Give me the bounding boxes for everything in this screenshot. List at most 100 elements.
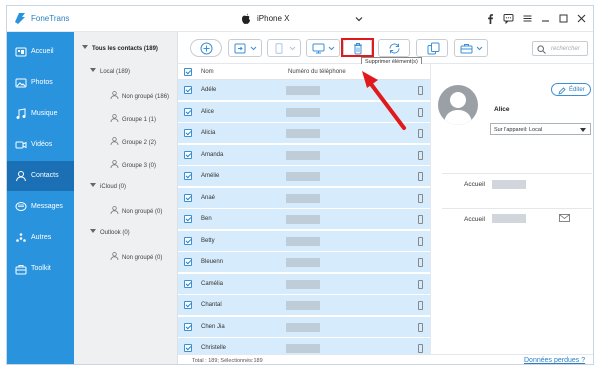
field-home-email-label: Accueil xyxy=(464,216,485,223)
phone-icon xyxy=(418,236,423,246)
row-checkbox[interactable] xyxy=(184,129,192,137)
add-contact-button[interactable] xyxy=(190,39,222,57)
contact-name-cell: Betty xyxy=(201,237,215,244)
sidebar-item-label: Autres xyxy=(31,234,52,241)
sidebar-item-toolkit[interactable]: Toolkit xyxy=(7,254,74,284)
lost-data-link[interactable]: Données perdues ? xyxy=(524,357,585,364)
row-checkbox[interactable] xyxy=(184,193,192,202)
sidebar-item-photos[interactable]: Photos xyxy=(7,68,74,98)
others-icon xyxy=(16,233,26,242)
selection-summary: Total : 189; Sélectionnés:189 xyxy=(192,358,263,364)
search-input[interactable]: rechercher xyxy=(532,41,588,56)
tree-icloud[interactable]: iCloud (0) xyxy=(90,183,126,190)
edit-button[interactable]: Éditer xyxy=(551,83,591,96)
caret-down-icon xyxy=(82,45,88,49)
table-row[interactable]: Alice xyxy=(178,101,430,123)
tree-outlook-ungrouped[interactable]: Non groupé (0) xyxy=(110,252,162,261)
storage-location-select[interactable]: Sur l'appareil: Local xyxy=(490,123,591,135)
sidebar-item-accueil[interactable]: Accueil xyxy=(7,37,74,67)
tree-outlook[interactable]: Outlook (0) xyxy=(90,229,130,236)
row-checkbox[interactable] xyxy=(184,279,192,288)
row-checkbox[interactable] xyxy=(184,258,192,266)
device-name: iPhone X xyxy=(257,14,290,23)
tree-label: Non groupé (0) xyxy=(122,209,163,215)
import-button[interactable] xyxy=(228,39,262,57)
email-icon[interactable] xyxy=(559,214,570,222)
contact-name-cell: Amélie xyxy=(201,173,220,179)
facebook-icon[interactable] xyxy=(485,13,496,24)
column-phone-header[interactable]: Numéro du téléphone xyxy=(288,69,346,75)
row-checkbox[interactable] xyxy=(184,150,192,159)
row-checkbox[interactable] xyxy=(184,236,192,245)
row-checkbox[interactable] xyxy=(184,172,192,180)
phone-icon xyxy=(418,344,423,353)
row-checkbox[interactable] xyxy=(184,107,192,116)
table-row[interactable]: Adéle xyxy=(178,80,430,101)
maximize-icon[interactable] xyxy=(558,13,569,24)
tree-local[interactable]: Local (189) xyxy=(90,68,130,75)
refresh-button[interactable] xyxy=(378,39,410,57)
feedback-icon[interactable] xyxy=(503,13,514,24)
export-to-device-button[interactable] xyxy=(267,39,301,57)
sidebar-item-messages[interactable]: Messages xyxy=(7,192,74,222)
tree-label: Groupe 2 (2) xyxy=(122,140,157,146)
table-row[interactable]: Camélia xyxy=(178,273,430,295)
row-checkbox[interactable] xyxy=(184,215,192,223)
table-row[interactable]: Anaé xyxy=(178,187,430,209)
tree-icloud-ungrouped[interactable]: Non groupé (0) xyxy=(110,206,162,215)
table-row[interactable]: Amélie xyxy=(178,166,430,187)
table-row[interactable]: Betty xyxy=(178,230,430,252)
phone-icon xyxy=(418,193,423,203)
avatar xyxy=(438,85,478,125)
person-icon xyxy=(110,252,119,260)
refresh-icon xyxy=(389,43,400,54)
row-checkbox[interactable] xyxy=(184,301,192,309)
home-icon xyxy=(15,47,27,57)
column-name-header[interactable]: Nom xyxy=(201,69,214,75)
row-checkbox[interactable] xyxy=(184,86,192,94)
phone-number-cell xyxy=(286,279,320,289)
row-checkbox[interactable] xyxy=(184,344,192,352)
menu-icon[interactable] xyxy=(522,13,533,24)
sidebar-item-videos[interactable]: Vidéos xyxy=(7,130,74,160)
table-row[interactable]: Chen Jia xyxy=(178,316,430,338)
chevron-down-icon xyxy=(355,17,363,22)
tree-group-2[interactable]: Groupe 2 (2) xyxy=(110,137,156,146)
tree-label: Non groupé (0) xyxy=(122,255,163,261)
phone-number-cell xyxy=(286,322,320,332)
select-all-checkbox[interactable] xyxy=(184,68,192,76)
person-icon xyxy=(110,160,119,168)
tree-all-contacts[interactable]: Tous les contacts (189) xyxy=(82,45,158,52)
sidebar-item-contacts[interactable]: Contacts xyxy=(7,161,74,191)
phone-number-cell xyxy=(286,150,320,160)
export-to-pc-button[interactable] xyxy=(306,39,340,57)
row-checkbox[interactable] xyxy=(184,322,192,331)
tree-label: Non groupé (186) xyxy=(122,94,170,100)
contact-groups-tree: Tous les contacts (189) Local (189) Non … xyxy=(74,32,178,364)
list-header: Nom Numéro du téléphone xyxy=(178,64,430,80)
close-icon[interactable] xyxy=(576,13,587,24)
phone-icon xyxy=(418,301,423,310)
duplicate-button[interactable] xyxy=(416,39,448,57)
table-row[interactable]: Alicia xyxy=(178,123,430,144)
minimize-icon[interactable] xyxy=(540,13,551,24)
sidebar-item-musique[interactable]: Musique xyxy=(7,99,74,129)
tree-group-3[interactable]: Groupe 3 (0) xyxy=(110,160,156,169)
tree-local-ungrouped[interactable]: Non groupé (186) xyxy=(110,91,169,100)
tree-group-1[interactable]: Groupe 1 (1) xyxy=(110,114,156,123)
contact-name: Alice xyxy=(494,106,510,113)
table-row[interactable]: Ben xyxy=(178,209,430,230)
toolbox-button[interactable] xyxy=(454,39,488,57)
tree-label: Local (189) xyxy=(100,69,131,75)
table-row[interactable]: Amanda xyxy=(178,144,430,166)
table-row[interactable]: Chantal xyxy=(178,295,430,316)
phone-icon xyxy=(418,172,423,181)
phone-number-cell xyxy=(286,172,320,181)
toolbar: Supprimer élément(s) rechercher xyxy=(178,32,593,67)
phone-icon xyxy=(418,322,423,332)
device-selector[interactable]: iPhone X xyxy=(237,12,367,26)
table-row[interactable]: Bleuenn xyxy=(178,252,430,273)
briefcase-icon xyxy=(460,44,483,54)
tree-label: Groupe 1 (1) xyxy=(122,117,157,123)
sidebar-item-autres[interactable]: Autres xyxy=(7,223,74,253)
